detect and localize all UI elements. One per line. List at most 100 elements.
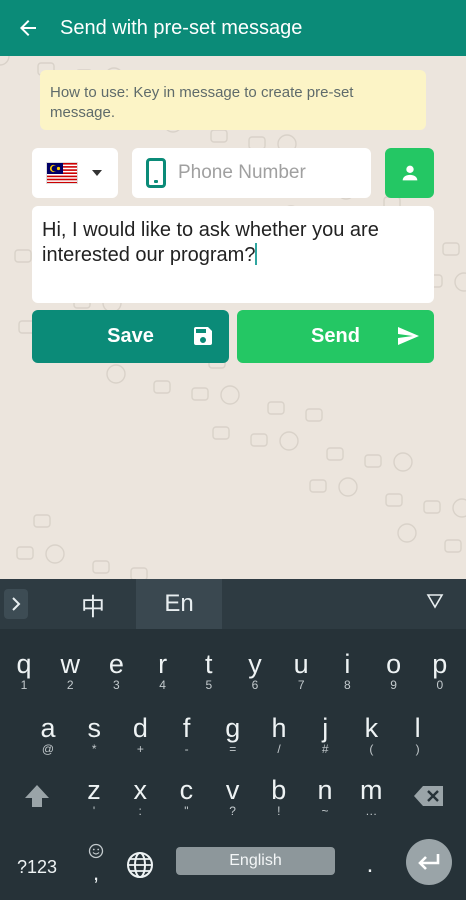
doodle [153, 380, 171, 394]
key-letter: r [158, 649, 168, 679]
expand-toolbar-button[interactable] [4, 589, 28, 619]
chevron-down-icon [92, 170, 102, 176]
text-cursor [255, 243, 258, 265]
doodle [279, 431, 299, 451]
send-button[interactable]: Send [237, 310, 434, 363]
country-selector[interactable] [32, 148, 118, 198]
key-o[interactable]: o9 [372, 643, 416, 699]
numbers-key[interactable]: ?123 [6, 849, 68, 885]
page-title: Send with pre-set message [60, 16, 303, 39]
soft-keyboard: 中 En q 1 w 2 e 3 r 4 t 5 y 6 u 7 i 8 o 9 p 0 a @ s * d + f - g = h / j # k… [0, 579, 466, 900]
phone-number-field[interactable] [132, 148, 371, 198]
key-q[interactable]: q1 [2, 643, 46, 699]
save-button[interactable]: Save [32, 310, 229, 363]
key-j[interactable]: j # [303, 707, 347, 763]
key-u[interactable]: u7 [279, 643, 323, 699]
key-r[interactable]: r4 [141, 643, 185, 699]
key-l[interactable]: l) [396, 707, 440, 763]
key-secondary: ! [277, 804, 281, 818]
contact-picker-button[interactable] [385, 148, 434, 198]
key-m[interactable]: m… [349, 769, 393, 825]
language-switch-key[interactable] [120, 845, 160, 885]
shift-arrow-icon [25, 785, 49, 807]
shift-key[interactable] [14, 775, 60, 817]
doodle [338, 477, 358, 497]
key-a[interactable]: a @ [26, 707, 70, 763]
keyboard-toolbar: 中 En [0, 579, 466, 629]
key-secondary: = [229, 742, 237, 756]
key-secondary: 7 [297, 678, 305, 692]
key-e[interactable]: e3 [94, 643, 138, 699]
doodle [267, 401, 285, 415]
key-letter: g [225, 713, 241, 743]
space-key[interactable]: English [176, 847, 335, 875]
key-w[interactable]: w2 [48, 643, 92, 699]
enter-arrow-icon [418, 854, 440, 870]
key-letter: q [16, 649, 32, 679]
key-y[interactable]: y6 [233, 643, 277, 699]
doodle [452, 498, 466, 518]
doodle [33, 514, 51, 528]
key-secondary: 9 [390, 678, 397, 692]
backspace-icon [414, 786, 443, 806]
doodle [210, 129, 228, 143]
doodle [385, 493, 403, 507]
key-letter: t [205, 649, 213, 679]
hide-keyboard-button[interactable] [426, 593, 444, 614]
key-t[interactable]: t5 [187, 643, 231, 699]
key-b[interactable]: b! [257, 769, 301, 825]
backspace-key[interactable] [406, 775, 452, 817]
language-english[interactable]: En [136, 579, 222, 629]
send-icon [398, 327, 419, 345]
smiley-icon [88, 843, 104, 859]
key-letter: m [359, 775, 383, 805]
key-letter: z [87, 775, 101, 805]
message-text: Hi, I would like to ask whether you are … [42, 219, 379, 266]
key-secondary: 4 [159, 678, 166, 692]
doodle [305, 408, 323, 422]
period-key[interactable]: . [352, 845, 388, 885]
floppy-disk-icon [194, 327, 212, 345]
key-i[interactable]: i8 [325, 643, 369, 699]
language-chinese[interactable]: 中 [66, 579, 120, 629]
doodle [0, 56, 10, 66]
key-letter: o [386, 649, 402, 679]
message-input[interactable]: Hi, I would like to ask whether you are … [32, 206, 434, 303]
key-g[interactable]: g = [211, 707, 255, 763]
key-p[interactable]: p0 [418, 643, 462, 699]
key-secondary: 0 [436, 678, 444, 692]
key-secondary: : [138, 804, 142, 818]
chevron-right-icon [12, 597, 21, 611]
enter-key[interactable] [406, 839, 452, 885]
key-letter: f [182, 713, 191, 743]
key-secondary: ( [369, 742, 374, 756]
key-c[interactable]: c " [164, 769, 208, 825]
key-letter: b [271, 775, 287, 805]
comma-label: , [92, 860, 100, 885]
key-n[interactable]: n ~ [303, 769, 347, 825]
key-d[interactable]: d + [118, 707, 162, 763]
key-letter: n [317, 775, 333, 805]
key-x[interactable]: x: [118, 769, 162, 825]
key-secondary: @ [41, 742, 55, 756]
phone-number-input[interactable] [178, 162, 358, 184]
key-secondary: # [321, 742, 329, 756]
doodle [130, 567, 148, 579]
key-s[interactable]: s * [72, 707, 116, 763]
key-h[interactable]: h / [257, 707, 301, 763]
key-secondary: + [136, 742, 144, 756]
key-secondary: 3 [113, 678, 120, 692]
doodle [191, 387, 209, 401]
key-k[interactable]: k( [349, 707, 393, 763]
key-f[interactable]: f- [165, 707, 209, 763]
back-button[interactable] [0, 0, 56, 56]
key-secondary: 8 [344, 678, 351, 692]
emoji-comma-key[interactable]: , [76, 837, 116, 893]
key-secondary: / [277, 742, 281, 756]
key-letter: i [344, 649, 351, 679]
key-z[interactable]: z ' [72, 769, 116, 825]
key-secondary: ' [92, 804, 96, 818]
chat-wallpaper: How to use: Key in message to create pre… [0, 56, 466, 579]
key-v[interactable]: v? [211, 769, 255, 825]
key-letter: d [132, 713, 148, 743]
